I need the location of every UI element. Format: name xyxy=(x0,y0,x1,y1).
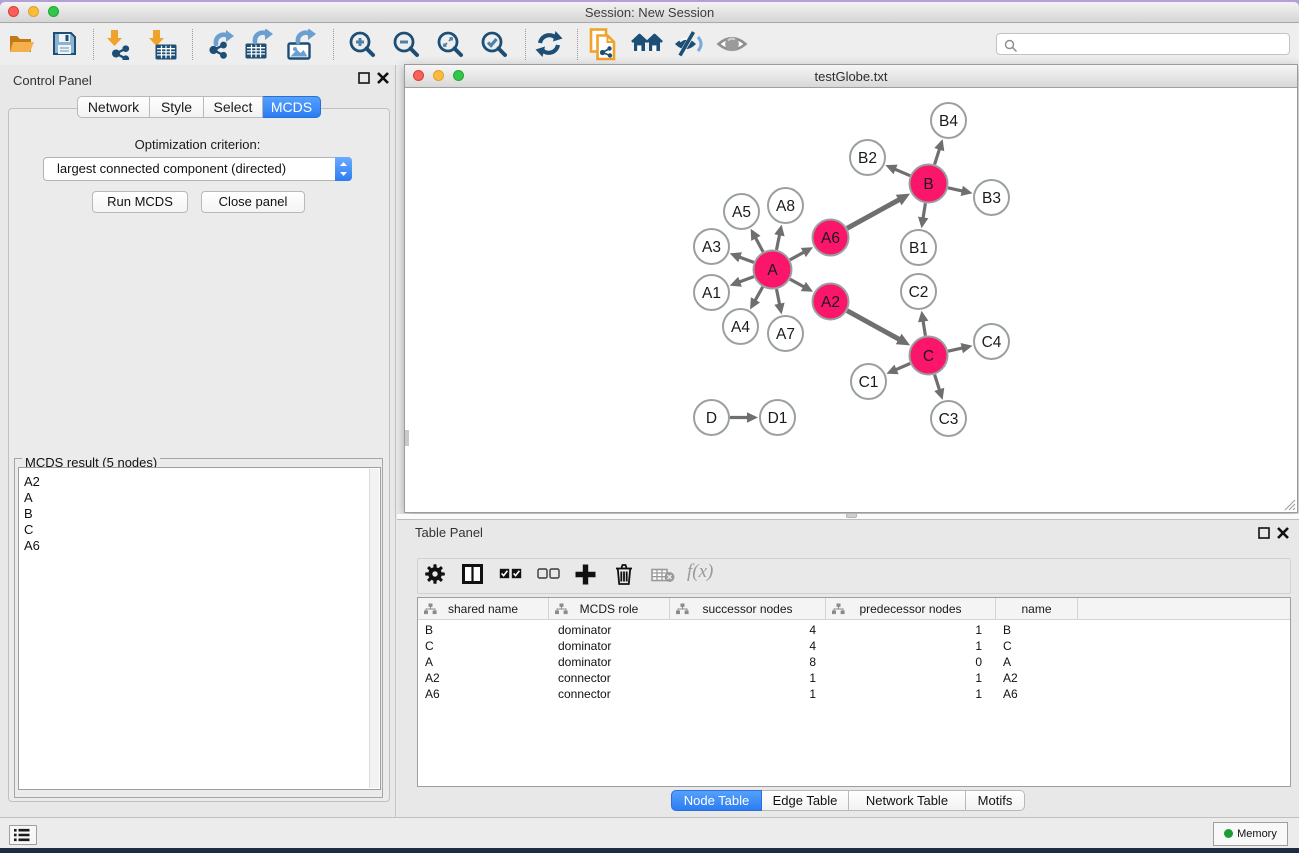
svg-text:C4: C4 xyxy=(982,334,1002,351)
svg-text:A3: A3 xyxy=(702,239,721,256)
svg-text:B4: B4 xyxy=(939,113,958,130)
svg-text:C: C xyxy=(923,348,934,365)
svg-text:A2: A2 xyxy=(821,294,840,311)
svg-text:B2: B2 xyxy=(858,150,877,167)
svg-text:D1: D1 xyxy=(768,410,788,427)
svg-text:C1: C1 xyxy=(859,374,879,391)
svg-text:B3: B3 xyxy=(982,190,1001,207)
svg-text:C2: C2 xyxy=(909,284,929,301)
svg-text:A1: A1 xyxy=(702,285,721,302)
svg-text:A6: A6 xyxy=(821,230,840,247)
svg-text:A4: A4 xyxy=(731,319,750,336)
svg-text:B: B xyxy=(923,176,933,193)
svg-text:C3: C3 xyxy=(939,411,959,428)
svg-text:A: A xyxy=(767,262,778,279)
svg-text:D: D xyxy=(706,410,717,427)
svg-text:A5: A5 xyxy=(732,204,751,221)
svg-text:A7: A7 xyxy=(776,326,795,343)
svg-text:A8: A8 xyxy=(776,198,795,215)
svg-text:B1: B1 xyxy=(909,240,928,257)
